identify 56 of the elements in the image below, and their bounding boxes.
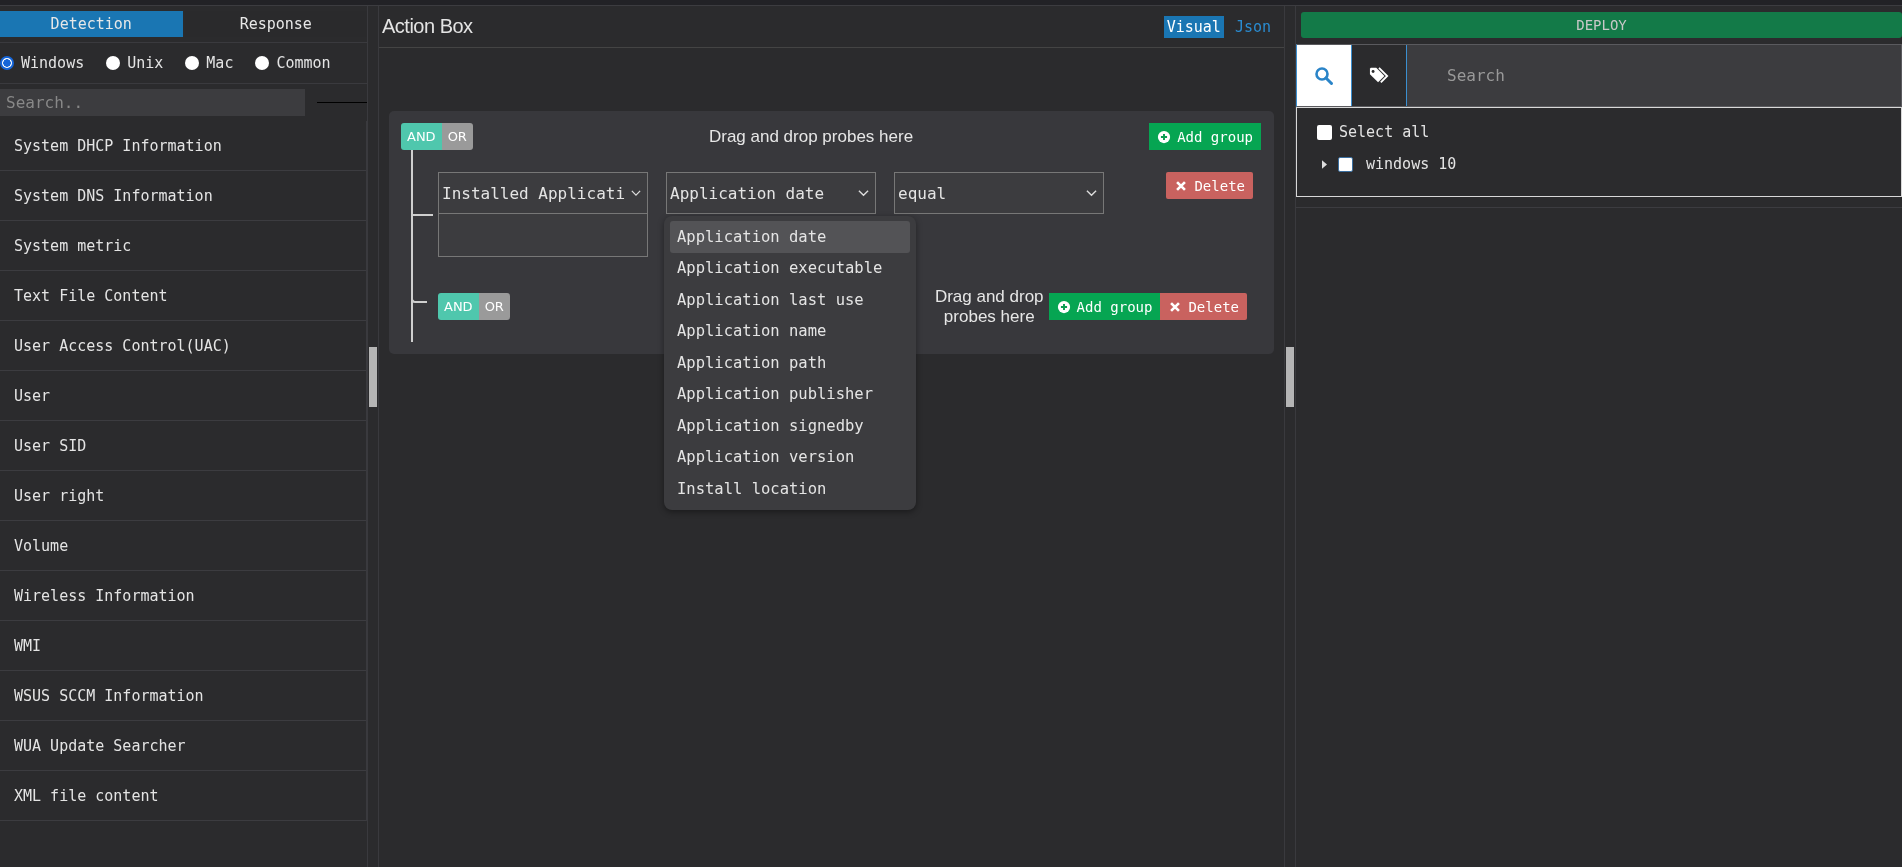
dropdown-option[interactable]: Install location: [670, 473, 910, 505]
chevron-down-icon: [631, 189, 641, 197]
radio-label[interactable]: Unix: [127, 54, 164, 72]
probe-select[interactable]: Installed Applicati: [438, 172, 648, 214]
plus-circle-icon: [1157, 129, 1172, 144]
probe-list-item[interactable]: User SID: [0, 421, 366, 471]
probe-list-item[interactable]: WUA Update Searcher: [0, 721, 366, 771]
value-input[interactable]: [438, 214, 648, 257]
probe-list-item[interactable]: System DHCP Information: [0, 121, 366, 171]
radio-button[interactable]: [0, 56, 14, 70]
dropdown-option[interactable]: Application signedby: [670, 410, 910, 442]
dropdown-option[interactable]: Application last use: [670, 284, 910, 316]
dropdown-option[interactable]: Application version: [670, 441, 910, 473]
search-field[interactable]: Search..: [0, 89, 305, 116]
probe-list-item[interactable]: User Access Control(UAC): [0, 321, 366, 371]
chevron-down-icon: [858, 189, 869, 197]
operator-select[interactable]: equal: [894, 172, 1104, 214]
radio-label[interactable]: Common: [276, 54, 331, 72]
plus-circle-icon: [1056, 299, 1071, 314]
radio-button[interactable]: [185, 56, 200, 70]
probe-list-item[interactable]: User: [0, 371, 366, 421]
view-tab[interactable]: Visual: [1163, 15, 1224, 38]
panel-title: Action Box: [382, 15, 473, 38]
select-all-label[interactable]: Select all: [1339, 123, 1430, 141]
radio-button[interactable]: [255, 56, 270, 70]
probe-list-item[interactable]: Volume: [0, 521, 366, 571]
dropdown-option[interactable]: Application path: [670, 347, 910, 379]
probe-list-item[interactable]: XML file content: [0, 771, 366, 821]
radio-label[interactable]: Windows: [21, 54, 85, 72]
probe-list-item[interactable]: Text File Content: [0, 271, 366, 321]
radio-button[interactable]: [106, 56, 121, 70]
chevron-down-icon: [1086, 189, 1097, 197]
probe-list-item[interactable]: WMI: [0, 621, 366, 671]
delete-button[interactable]: Delete: [1166, 172, 1253, 199]
probe-list-item[interactable]: System metric: [0, 221, 366, 271]
checkbox[interactable]: [1317, 124, 1332, 140]
delete-button[interactable]: Delete: [1160, 293, 1247, 321]
checkbox[interactable]: [1338, 156, 1353, 172]
radio-label[interactable]: Mac: [206, 54, 234, 72]
dropdown-option[interactable]: Application publisher: [670, 378, 910, 410]
drop-hint: Drag and drop probes here: [933, 287, 1045, 327]
drop-hint: Drag and drop probes here: [708, 126, 914, 147]
dropdown-option[interactable]: Application name: [670, 315, 910, 347]
expand-arrow-icon[interactable]: [1322, 159, 1327, 169]
field-select[interactable]: Application date: [666, 172, 876, 214]
probe-list-item[interactable]: System DNS Information: [0, 171, 366, 221]
splitter-handle[interactable]: [369, 346, 377, 407]
view-tab[interactable]: Json: [1231, 15, 1274, 38]
splitter-handle[interactable]: [1286, 346, 1294, 407]
panel-tab[interactable]: Detection: [0, 11, 183, 37]
dropdown-option[interactable]: Application date: [670, 221, 910, 253]
dropdown-option[interactable]: Application executable: [670, 252, 910, 284]
probe-list-item[interactable]: User right: [0, 471, 366, 521]
probe-list-item[interactable]: Wireless Information: [0, 571, 366, 621]
probe-list-item[interactable]: WSUS SCCM Information: [0, 671, 366, 721]
tree-node-label[interactable]: windows 10: [1366, 155, 1457, 173]
